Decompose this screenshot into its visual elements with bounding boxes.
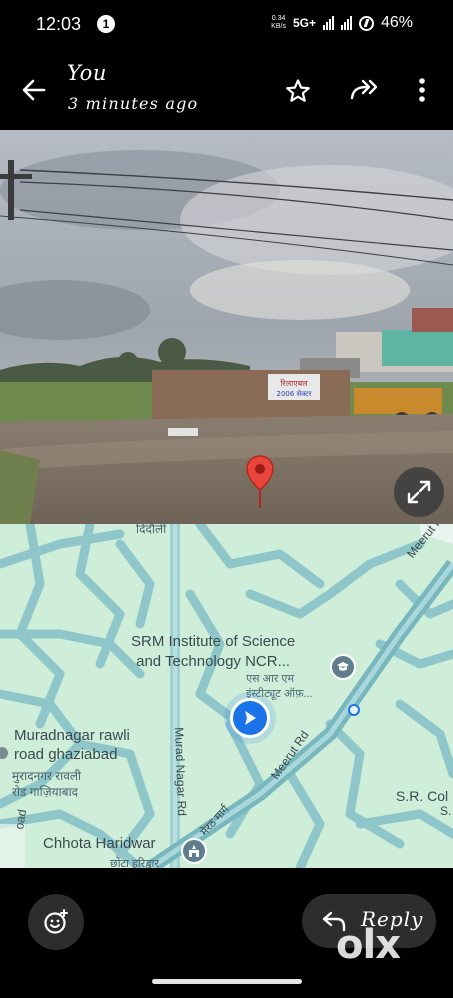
more-vertical-icon[interactable] <box>412 76 432 104</box>
network-type: 5G+ <box>292 16 316 30</box>
map-label-src: S.R. Col S. <box>396 788 451 818</box>
status-icons: 0.34 KB/s 5G+ 46% <box>271 14 413 32</box>
speed-unit: KB/s <box>271 23 286 30</box>
forward-icon[interactable] <box>349 77 379 103</box>
expand-icon <box>407 480 431 504</box>
map-preview[interactable]: दिदौली SRM Institute of Science and Tech… <box>0 524 453 868</box>
sender-name: You <box>67 61 108 85</box>
message-time: 3 minutes ago <box>68 94 199 113</box>
battery-level: 46% <box>380 14 413 31</box>
sign-text-line1: रिलाएबल <box>280 378 308 388</box>
poi-srm-name[interactable]: SRM Institute of Science and Technology … <box>131 632 295 672</box>
poi-name-line1: SRM Institute of Science <box>131 633 296 650</box>
bottom-action-bar: Reply olx <box>0 868 453 998</box>
map-label-didauli: दिदौली <box>136 524 167 536</box>
map-label-haridwar-hindi: छोटा हरिद्वार <box>110 858 159 868</box>
location-arrow-icon[interactable] <box>230 698 270 738</box>
speed-value: 0.34 <box>271 15 286 22</box>
shared-location-photo[interactable]: रिलाएबल 2006 सेक्टर <box>0 130 453 524</box>
map-pin-icon <box>246 455 274 508</box>
poi-hindi-line1: एस आर एम <box>246 673 295 685</box>
back-arrow-icon[interactable] <box>20 76 48 104</box>
signal-icon-2 <box>340 16 352 30</box>
emoji-react-button[interactable] <box>28 894 84 950</box>
src-line1: S.R. Col <box>396 788 449 804</box>
temple-icon[interactable] <box>181 838 207 864</box>
poi-srm-hindi: एस आर एम इंस्टीट्यूट ऑफ़... <box>246 672 313 702</box>
home-indicator <box>152 979 302 984</box>
olx-watermark: olx <box>336 922 401 968</box>
muradnagar-line1: Muradnagar rawli <box>14 727 130 744</box>
status-time: 12:03 <box>36 14 82 34</box>
street-photo: रिलाएबल 2006 सेक्टर <box>0 130 453 524</box>
poi-name-line2: and Technology NCR... <box>136 653 291 670</box>
network-speed: 0.34 KB/s <box>271 15 286 31</box>
muradnagar-hi-line1: मुरादनगर रावली <box>12 769 82 783</box>
chat-header: You 3 minutes ago <box>0 50 453 130</box>
emoji-add-icon <box>44 909 68 934</box>
map-label-muradnagar-hindi: मुरादनगर रावली रोड गाज़ियाबाद <box>12 768 81 800</box>
sign-text-line2: 2006 सेक्टर <box>277 389 312 398</box>
expand-button[interactable] <box>394 467 444 517</box>
small-poi-dot <box>348 704 360 716</box>
battery-icon <box>358 15 374 31</box>
src-line2: S. <box>440 804 452 818</box>
signal-icon <box>322 16 334 30</box>
muradnagar-line2: road ghaziabad <box>14 746 118 763</box>
notification-badge: 1 <box>97 15 115 33</box>
school-icon[interactable] <box>330 654 356 680</box>
muradnagar-hi-line2: रोड गाज़ियाबाद <box>12 785 79 799</box>
star-icon[interactable] <box>285 78 311 104</box>
status-bar: 12:03 1 0.34 KB/s 5G+ 46% <box>0 0 453 50</box>
map-label-haridwar: Chhota Haridwar <box>43 835 156 852</box>
map-label-muradnagar: Muradnagar rawli road ghaziabad <box>14 726 130 764</box>
